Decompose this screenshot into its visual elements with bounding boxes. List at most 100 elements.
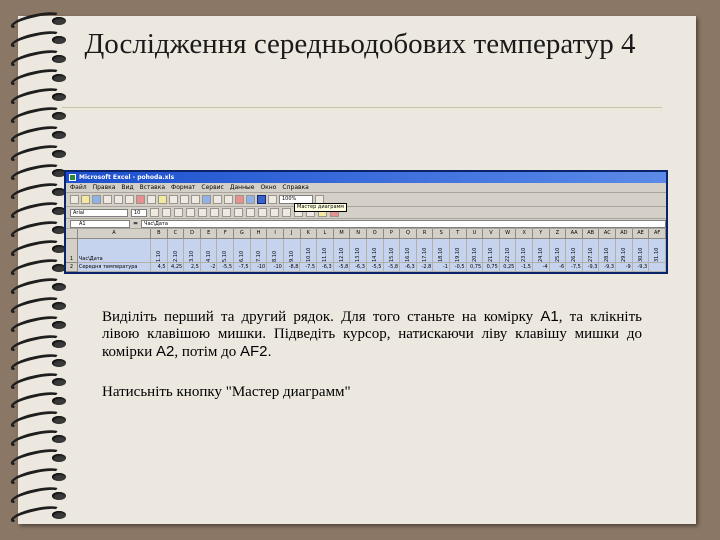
underline-icon[interactable]: [174, 208, 183, 217]
function-icon[interactable]: [224, 195, 233, 204]
name-box[interactable]: A1: [70, 219, 130, 228]
table-cell[interactable]: -9,3: [582, 263, 600, 272]
table-cell[interactable]: 18.10: [433, 239, 450, 263]
table-cell[interactable]: 25.10: [549, 239, 567, 263]
row-header[interactable]: 1: [66, 239, 78, 263]
percent-icon[interactable]: [246, 208, 255, 217]
italic-icon[interactable]: [162, 208, 171, 217]
column-header[interactable]: L: [317, 229, 334, 239]
table-cell[interactable]: 4,5: [150, 263, 168, 272]
table-cell[interactable]: 3.10: [184, 239, 201, 263]
table-cell[interactable]: 28.10: [599, 239, 617, 263]
table-cell[interactable]: -6: [549, 263, 567, 272]
menu-item[interactable]: Окно: [260, 184, 276, 191]
table-cell[interactable]: 1.10: [151, 239, 168, 263]
column-header[interactable]: G: [234, 229, 251, 239]
table-cell[interactable]: 6.10: [234, 239, 251, 263]
print-icon[interactable]: [103, 195, 112, 204]
table-cell[interactable]: -2: [200, 263, 218, 272]
table-cell[interactable]: -5,5: [217, 263, 235, 272]
column-header[interactable]: AE: [632, 229, 650, 239]
column-header[interactable]: W: [499, 229, 517, 239]
table-cell[interactable]: -9,3: [632, 263, 650, 272]
redo-icon[interactable]: [191, 195, 200, 204]
table-cell[interactable]: 7.10: [250, 239, 268, 263]
decrease-decimal-icon[interactable]: [282, 208, 291, 217]
menu-item[interactable]: Данные: [230, 184, 255, 191]
column-header[interactable]: S: [433, 229, 450, 239]
column-header[interactable]: C: [167, 229, 185, 239]
table-cell[interactable]: 0,75: [466, 263, 484, 272]
format-painter-icon[interactable]: [169, 195, 178, 204]
table-cell[interactable]: -4: [532, 263, 550, 272]
column-header[interactable]: AF: [649, 229, 666, 239]
column-header[interactable]: F: [217, 229, 235, 239]
table-cell[interactable]: 22.10: [499, 239, 517, 263]
table-cell[interactable]: 4,25: [167, 263, 185, 272]
column-header[interactable]: Y: [533, 229, 550, 239]
menu-item[interactable]: Справка: [282, 184, 308, 191]
table-cell[interactable]: 2.10: [167, 239, 185, 263]
table-cell[interactable]: 13.10: [350, 239, 367, 263]
table-cell[interactable]: [649, 263, 666, 272]
table-cell[interactable]: -9,3: [599, 263, 617, 272]
column-header[interactable]: J: [283, 229, 301, 239]
currency-icon[interactable]: [234, 208, 243, 217]
table-cell[interactable]: 19.10: [450, 239, 467, 263]
column-header[interactable]: B: [151, 229, 168, 239]
table-cell[interactable]: 11.10: [317, 239, 334, 263]
table-cell[interactable]: -6,3: [317, 263, 334, 272]
table-cell[interactable]: 21.10: [483, 239, 500, 263]
menu-item[interactable]: Правка: [93, 184, 116, 191]
menu-item[interactable]: Вид: [121, 184, 133, 191]
table-cell[interactable]: 16.10: [400, 239, 417, 263]
table-cell[interactable]: 2,5: [184, 263, 201, 272]
table-cell[interactable]: 15.10: [383, 239, 401, 263]
table-cell[interactable]: 9.10: [283, 239, 301, 263]
table-cell[interactable]: 14.10: [366, 239, 384, 263]
table-cell[interactable]: -6,3: [400, 263, 417, 272]
align-left-icon[interactable]: [186, 208, 195, 217]
table-cell[interactable]: 17.10: [416, 239, 434, 263]
preview-icon[interactable]: [114, 195, 123, 204]
cell-label[interactable]: Час\Дата: [77, 239, 152, 263]
column-header[interactable]: O: [366, 229, 384, 239]
table-cell[interactable]: -5,5: [366, 263, 384, 272]
table-cell[interactable]: 0,25: [499, 263, 517, 272]
table-cell[interactable]: -8,8: [283, 263, 301, 272]
column-header[interactable]: AC: [599, 229, 617, 239]
table-cell[interactable]: 24.10: [533, 239, 550, 263]
column-header[interactable]: AD: [616, 229, 633, 239]
autosum-icon[interactable]: [213, 195, 222, 204]
merge-icon[interactable]: [222, 208, 231, 217]
align-right-icon[interactable]: [210, 208, 219, 217]
table-cell[interactable]: 27.10: [582, 239, 600, 263]
table-cell[interactable]: -5,8: [383, 263, 401, 272]
column-header[interactable]: H: [250, 229, 268, 239]
paste-icon[interactable]: [158, 195, 167, 204]
table-cell[interactable]: 8.10: [267, 239, 284, 263]
cut-icon[interactable]: [136, 195, 145, 204]
table-cell[interactable]: -10: [250, 263, 268, 272]
table-cell[interactable]: -2,8: [416, 263, 434, 272]
column-header[interactable]: AA: [566, 229, 583, 239]
column-header[interactable]: K: [300, 229, 318, 239]
column-header[interactable]: X: [516, 229, 534, 239]
table-cell[interactable]: 12.10: [333, 239, 351, 263]
cell-label[interactable]: Середня температура: [77, 263, 151, 272]
font-name-select[interactable]: Arial: [70, 208, 128, 217]
select-all-corner[interactable]: [66, 229, 78, 239]
column-header[interactable]: M: [333, 229, 351, 239]
row-header[interactable]: 2: [66, 263, 78, 272]
column-header[interactable]: T: [449, 229, 467, 239]
table-cell[interactable]: -7,5: [300, 263, 318, 272]
column-header[interactable]: D: [184, 229, 201, 239]
column-header[interactable]: I: [267, 229, 284, 239]
copy-icon[interactable]: [147, 195, 156, 204]
sort-desc-icon[interactable]: [246, 195, 255, 204]
chart-wizard-icon[interactable]: [257, 195, 266, 204]
table-cell[interactable]: -7,5: [566, 263, 583, 272]
menu-item[interactable]: Файл: [70, 184, 87, 191]
column-header[interactable]: U: [466, 229, 484, 239]
menu-item[interactable]: Вставка: [140, 184, 165, 191]
